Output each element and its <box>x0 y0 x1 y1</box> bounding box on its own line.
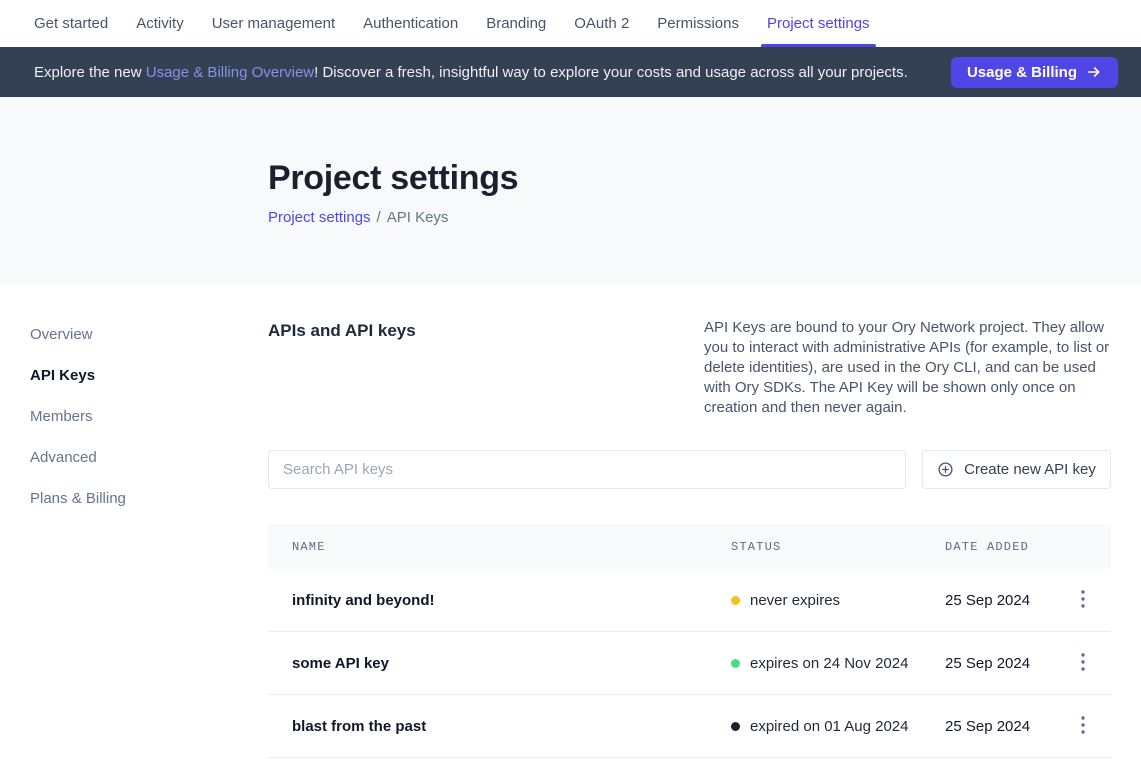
table-header: NAME STATUS DATE ADDED <box>268 524 1111 569</box>
status-text: never expires <box>750 592 840 609</box>
banner-text-after: ! Discover a fresh, insightful way to ex… <box>314 64 908 81</box>
breadcrumb-separator: / <box>377 209 381 226</box>
column-header-name: NAME <box>268 540 731 554</box>
section-title: APIs and API keys <box>268 318 416 418</box>
api-keys-main: APIs and API keys API Keys are bound to … <box>268 318 1111 758</box>
table-row: some API key expires on 24 Nov 2024 25 S… <box>268 632 1111 695</box>
intro-row: APIs and API keys API Keys are bound to … <box>268 318 1111 418</box>
kebab-icon <box>1081 653 1085 674</box>
status-dot <box>731 722 740 731</box>
nav-item-project-settings[interactable]: Project settings <box>767 0 870 47</box>
column-header-status: STATUS <box>731 540 945 554</box>
kebab-icon <box>1081 590 1085 611</box>
usage-billing-button-label: Usage & Billing <box>967 64 1077 81</box>
api-key-date-added: 25 Sep 2024 <box>945 718 1063 735</box>
arrow-right-icon <box>1086 64 1102 80</box>
usage-billing-banner: Explore the new Usage & Billing Overview… <box>0 47 1141 97</box>
kebab-icon <box>1081 716 1085 737</box>
plus-circle-icon <box>937 461 954 478</box>
breadcrumb: Project settings / API Keys <box>268 209 1141 226</box>
create-api-key-label: Create new API key <box>964 461 1096 478</box>
settings-sidebar: Overview API Keys Members Advanced Plans… <box>30 318 268 758</box>
banner-message: Explore the new Usage & Billing Overview… <box>34 64 951 81</box>
top-navigation: Get started Activity User management Aut… <box>0 0 1141 47</box>
status-dot <box>731 596 740 605</box>
nav-item-user-management[interactable]: User management <box>212 0 335 47</box>
column-header-date-added: DATE ADDED <box>945 540 1063 554</box>
nav-item-branding[interactable]: Branding <box>486 0 546 47</box>
api-key-name: blast from the past <box>268 718 731 735</box>
api-keys-table: NAME STATUS DATE ADDED infinity and beyo… <box>268 524 1111 758</box>
api-key-status: expires on 24 Nov 2024 <box>731 655 945 672</box>
nav-item-oauth2[interactable]: OAuth 2 <box>574 0 629 47</box>
sidebar-item-members[interactable]: Members <box>30 400 268 433</box>
usage-billing-button[interactable]: Usage & Billing <box>951 57 1118 88</box>
sidebar-item-overview[interactable]: Overview <box>30 318 268 351</box>
breadcrumb-project-settings-link[interactable]: Project settings <box>268 209 371 226</box>
table-row: infinity and beyond! never expires 25 Se… <box>268 569 1111 632</box>
row-menu-button[interactable] <box>1071 588 1095 612</box>
banner-text-before: Explore the new <box>34 64 146 81</box>
sidebar-item-plans-billing[interactable]: Plans & Billing <box>30 482 268 515</box>
row-menu-button[interactable] <box>1071 714 1095 738</box>
sidebar-item-advanced[interactable]: Advanced <box>30 441 268 474</box>
page-title: Project settings <box>268 160 1141 197</box>
status-text: expires on 24 Nov 2024 <box>750 655 908 672</box>
nav-item-authentication[interactable]: Authentication <box>363 0 458 47</box>
nav-item-activity[interactable]: Activity <box>136 0 184 47</box>
sidebar-item-api-keys[interactable]: API Keys <box>30 359 268 392</box>
nav-item-permissions[interactable]: Permissions <box>657 0 739 47</box>
content-area: Overview API Keys Members Advanced Plans… <box>0 285 1141 758</box>
search-input[interactable] <box>268 450 906 489</box>
page-header: Project settings Project settings / API … <box>0 97 1141 285</box>
api-key-status: never expires <box>731 592 945 609</box>
api-key-name: infinity and beyond! <box>268 592 731 609</box>
status-text: expired on 01 Aug 2024 <box>750 718 908 735</box>
api-key-name: some API key <box>268 655 731 672</box>
api-keys-description: API Keys are bound to your Ory Network p… <box>704 318 1111 418</box>
api-key-status: expired on 01 Aug 2024 <box>731 718 945 735</box>
create-api-key-button[interactable]: Create new API key <box>922 450 1111 489</box>
breadcrumb-current-api-keys: API Keys <box>387 209 449 226</box>
row-menu-button[interactable] <box>1071 651 1095 675</box>
api-key-date-added: 25 Sep 2024 <box>945 655 1063 672</box>
usage-billing-overview-link[interactable]: Usage & Billing Overview <box>146 64 314 81</box>
api-key-date-added: 25 Sep 2024 <box>945 592 1063 609</box>
actions-row: Create new API key <box>268 450 1111 489</box>
table-row: blast from the past expired on 01 Aug 20… <box>268 695 1111 758</box>
status-dot <box>731 659 740 668</box>
nav-item-get-started[interactable]: Get started <box>34 0 108 47</box>
